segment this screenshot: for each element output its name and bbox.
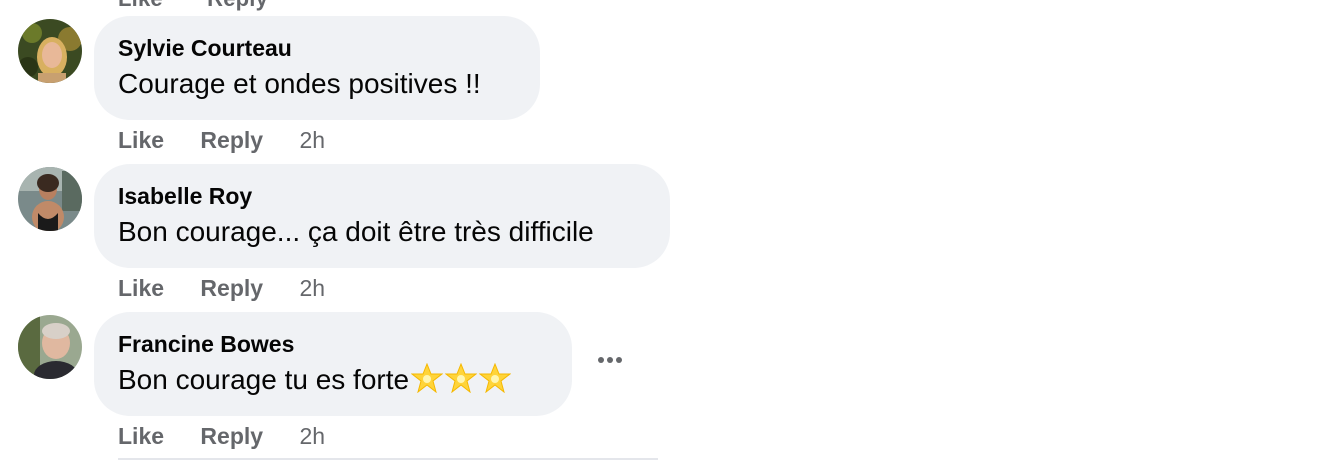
comment-text: Bon courage... ça doit être très diffici… bbox=[118, 216, 594, 247]
avatar[interactable] bbox=[18, 167, 82, 231]
comment-text: Courage et ondes positives !! bbox=[118, 68, 481, 99]
reply-link[interactable]: Reply bbox=[207, 0, 268, 11]
next-comment-edge bbox=[118, 458, 658, 462]
comment-bubble: Isabelle Roy Bon courage... ça doit être… bbox=[94, 164, 670, 268]
comment-actions: Like Reply 2h bbox=[118, 421, 325, 451]
comment-text-body: Bon courage tu es forte bbox=[118, 364, 410, 395]
comment-text: Bon courage tu es forte bbox=[118, 360, 548, 404]
comment: Isabelle Roy Bon courage... ça doit être… bbox=[0, 164, 1332, 312]
dot bbox=[607, 357, 613, 363]
comment-author[interactable]: Francine Bowes bbox=[118, 330, 548, 358]
reply-link[interactable]: Reply bbox=[200, 275, 263, 301]
comment-author[interactable]: Isabelle Roy bbox=[118, 182, 646, 210]
comment-author[interactable]: Sylvie Courteau bbox=[118, 34, 516, 62]
like-link[interactable]: Like bbox=[118, 127, 164, 153]
profile-photo-icon bbox=[18, 19, 82, 83]
comment-actions: Like Reply 2h bbox=[118, 273, 325, 303]
comments-feed: Like Reply Sylvie Courteau Courage et on… bbox=[0, 0, 1332, 462]
reply-link[interactable]: Reply bbox=[200, 423, 263, 449]
comment-timestamp[interactable]: 2h bbox=[299, 275, 325, 301]
like-link[interactable]: Like bbox=[118, 0, 163, 11]
glowing-star-icon bbox=[410, 362, 444, 404]
dot bbox=[616, 357, 622, 363]
comment-bubble: Francine Bowes Bon courage tu es forte bbox=[94, 312, 572, 416]
like-link[interactable]: Like bbox=[118, 275, 164, 301]
profile-photo-icon bbox=[18, 315, 82, 379]
comment: Francine Bowes Bon courage tu es forte L… bbox=[0, 312, 1332, 460]
profile-photo-icon bbox=[18, 167, 82, 231]
comment-actions: Like Reply 2h bbox=[118, 125, 325, 155]
glowing-star-icon bbox=[478, 362, 512, 404]
like-link[interactable]: Like bbox=[118, 423, 164, 449]
comment-timestamp[interactable]: 2h bbox=[299, 127, 325, 153]
more-horizontal-icon[interactable] bbox=[590, 348, 630, 372]
reply-link[interactable]: Reply bbox=[200, 127, 263, 153]
dot bbox=[598, 357, 604, 363]
avatar[interactable] bbox=[18, 315, 82, 379]
comment-timestamp[interactable]: 2h bbox=[299, 423, 325, 449]
avatar[interactable] bbox=[18, 19, 82, 83]
previous-comment-actions: Like Reply bbox=[118, 0, 306, 12]
comment: Sylvie Courteau Courage et ondes positiv… bbox=[0, 16, 1332, 164]
glowing-star-icon bbox=[444, 362, 478, 404]
comment-bubble: Sylvie Courteau Courage et ondes positiv… bbox=[94, 16, 540, 120]
